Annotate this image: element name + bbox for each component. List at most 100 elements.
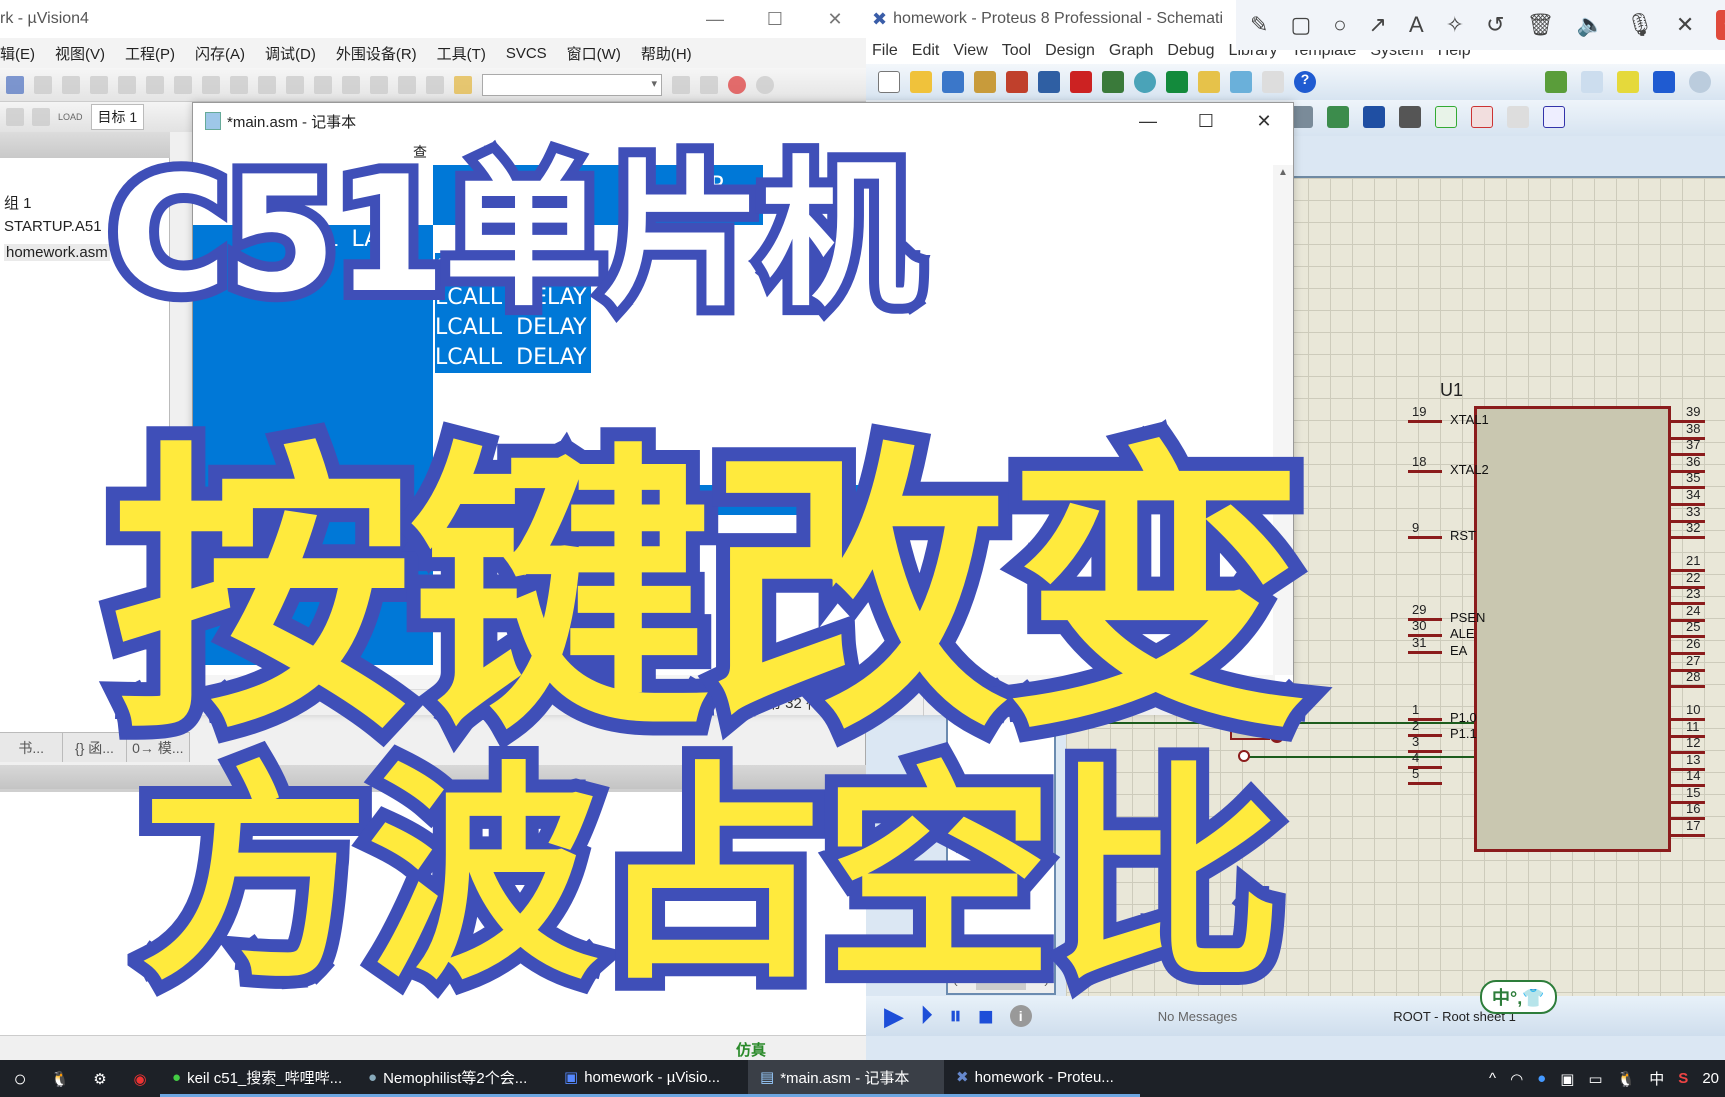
circle-icon[interactable]: ○ bbox=[1333, 12, 1346, 38]
find-combo[interactable] bbox=[482, 73, 662, 96]
new-file-icon[interactable] bbox=[878, 71, 900, 93]
menu-debug[interactable]: 调试(D) bbox=[265, 43, 316, 64]
pan-icon[interactable] bbox=[1653, 71, 1675, 93]
minimize-button[interactable]: — bbox=[1119, 103, 1177, 139]
text-icon[interactable]: A bbox=[1409, 12, 1424, 38]
search-binoculars-icon[interactable] bbox=[1363, 106, 1385, 128]
unindent-icon[interactable] bbox=[370, 75, 388, 94]
bom-icon[interactable] bbox=[1198, 71, 1220, 93]
build-icon[interactable] bbox=[32, 108, 50, 126]
menu-design[interactable]: Design bbox=[1045, 42, 1095, 60]
menu-file[interactable]: File bbox=[872, 42, 898, 60]
menu-tools[interactable]: 工具(T) bbox=[437, 43, 486, 64]
hammer-icon[interactable] bbox=[1291, 106, 1313, 128]
redo-icon[interactable] bbox=[146, 75, 164, 94]
help-icon[interactable]: ? bbox=[1294, 71, 1316, 93]
source-code-icon[interactable] bbox=[1230, 71, 1252, 93]
nav-back-icon[interactable] bbox=[174, 75, 192, 94]
incremental-find-icon[interactable] bbox=[700, 75, 718, 94]
breakpoint-icon[interactable] bbox=[756, 75, 774, 94]
microphone-icon[interactable]: 🎙 bbox=[1626, 12, 1654, 38]
app-tray-icon[interactable]: ● bbox=[1537, 1070, 1546, 1087]
import-icon[interactable] bbox=[974, 71, 996, 93]
menu-view[interactable]: View bbox=[953, 42, 987, 60]
menu-flash[interactable]: 闪存(A) bbox=[195, 43, 245, 64]
input-language[interactable]: 中 bbox=[1649, 1068, 1664, 1089]
tree-file-homework[interactable]: homework.asm bbox=[4, 244, 110, 261]
menu-help[interactable]: 帮助(H) bbox=[641, 43, 692, 64]
rebuild-icon[interactable] bbox=[6, 75, 24, 94]
bookmark-icon[interactable] bbox=[230, 75, 248, 94]
netlist-icon[interactable] bbox=[1543, 106, 1565, 128]
tab-books[interactable]: 书... bbox=[0, 733, 64, 762]
gerber-icon[interactable] bbox=[1134, 71, 1156, 93]
rectangle-icon[interactable]: ▢ bbox=[1290, 12, 1311, 38]
qq-icon[interactable]: 🐧 bbox=[40, 1070, 80, 1088]
close-icon[interactable]: ✕ bbox=[1676, 12, 1694, 38]
maximize-button[interactable]: ☐ bbox=[745, 0, 805, 38]
find-icon[interactable] bbox=[672, 75, 690, 94]
origin-icon[interactable] bbox=[1617, 71, 1639, 93]
undo-icon[interactable]: ↺ bbox=[1486, 12, 1504, 38]
cortana-icon[interactable]: ○ bbox=[0, 1066, 40, 1092]
design-explorer-icon[interactable] bbox=[1166, 71, 1188, 93]
maximize-button[interactable]: ☐ bbox=[1177, 103, 1235, 139]
bookmark-prev-icon[interactable] bbox=[258, 75, 276, 94]
indent-icon[interactable] bbox=[342, 75, 360, 94]
menu-view[interactable]: 视图(V) bbox=[55, 43, 105, 64]
menu-project[interactable]: 工程(P) bbox=[125, 43, 175, 64]
menu-svcs[interactable]: SVCS bbox=[506, 45, 547, 62]
notes-icon[interactable] bbox=[1262, 71, 1284, 93]
grid-toggle-icon[interactable] bbox=[1581, 71, 1603, 93]
bookmark-next-icon[interactable] bbox=[286, 75, 304, 94]
close-button[interactable]: ✕ bbox=[805, 0, 865, 38]
task-uvision[interactable]: ▣ homework - µVisio... bbox=[552, 1060, 748, 1097]
wire-autorouter-icon[interactable] bbox=[1327, 106, 1349, 128]
wifi-icon[interactable]: ◠ bbox=[1510, 1070, 1523, 1088]
scroll-up-icon[interactable]: ▲ bbox=[1278, 167, 1288, 178]
trash-icon[interactable]: 🗑 bbox=[1527, 12, 1555, 38]
translate-icon[interactable] bbox=[6, 108, 24, 126]
copy-icon[interactable] bbox=[62, 75, 80, 94]
menu-peripherals[interactable]: 外围设备(R) bbox=[336, 43, 417, 64]
undo-icon[interactable] bbox=[118, 75, 136, 94]
refresh-icon[interactable] bbox=[1545, 71, 1567, 93]
uncomment-icon[interactable] bbox=[426, 75, 444, 94]
task-proteus[interactable]: ✖ homework - Proteu... bbox=[944, 1060, 1140, 1097]
pcb-icon[interactable] bbox=[1070, 71, 1092, 93]
3d-view-icon[interactable] bbox=[1102, 71, 1124, 93]
new-sheet-icon[interactable] bbox=[1435, 106, 1457, 128]
debug-session-icon[interactable] bbox=[728, 75, 746, 94]
comment-icon[interactable] bbox=[398, 75, 416, 94]
menu-graph[interactable]: Graph bbox=[1109, 42, 1153, 60]
pencil-icon[interactable]: ✎ bbox=[1250, 12, 1268, 38]
netease-music-icon[interactable]: ◉ bbox=[120, 1070, 160, 1088]
schematic-icon[interactable] bbox=[1038, 71, 1060, 93]
arrow-icon[interactable]: ↗ bbox=[1369, 12, 1387, 38]
menu-edit[interactable]: Edit bbox=[912, 42, 940, 60]
sogou-icon[interactable]: S bbox=[1678, 1070, 1688, 1087]
task-browser[interactable]: ● keil c51_搜索_哔哩哔... bbox=[160, 1060, 356, 1097]
nav-forward-icon[interactable] bbox=[202, 75, 220, 94]
paste-icon[interactable] bbox=[90, 75, 108, 94]
find-in-files-icon[interactable] bbox=[454, 75, 472, 94]
bookmark-clear-icon[interactable] bbox=[314, 75, 332, 94]
home-icon[interactable] bbox=[1006, 71, 1028, 93]
record-badge[interactable]: 0 bbox=[1716, 10, 1725, 40]
clock[interactable]: 20 bbox=[1702, 1070, 1719, 1087]
settings-icon[interactable]: ⚙ bbox=[80, 1070, 120, 1088]
save-icon[interactable] bbox=[942, 71, 964, 93]
speaker-icon[interactable]: 🔈 bbox=[1576, 12, 1603, 38]
property-tool-icon[interactable] bbox=[1399, 106, 1421, 128]
hierarchy-icon[interactable] bbox=[1507, 106, 1529, 128]
chip-at89c51[interactable] bbox=[1474, 406, 1671, 852]
task-chat[interactable]: ● Nemophilist等2个会... bbox=[356, 1060, 552, 1097]
menu-edit[interactable]: 辑(E) bbox=[0, 43, 35, 64]
remove-sheet-icon[interactable] bbox=[1471, 106, 1493, 128]
ime-badge[interactable]: 中°,👕 bbox=[1480, 980, 1557, 1014]
task-notepad[interactable]: ▤ *main.asm - 记事本 bbox=[748, 1060, 944, 1097]
menu-window[interactable]: 窗口(W) bbox=[567, 43, 621, 64]
tray-expand-icon[interactable]: ^ bbox=[1489, 1070, 1496, 1087]
qq-tray-icon[interactable]: 🐧 bbox=[1617, 1070, 1636, 1088]
minimize-button[interactable]: — bbox=[685, 0, 745, 38]
